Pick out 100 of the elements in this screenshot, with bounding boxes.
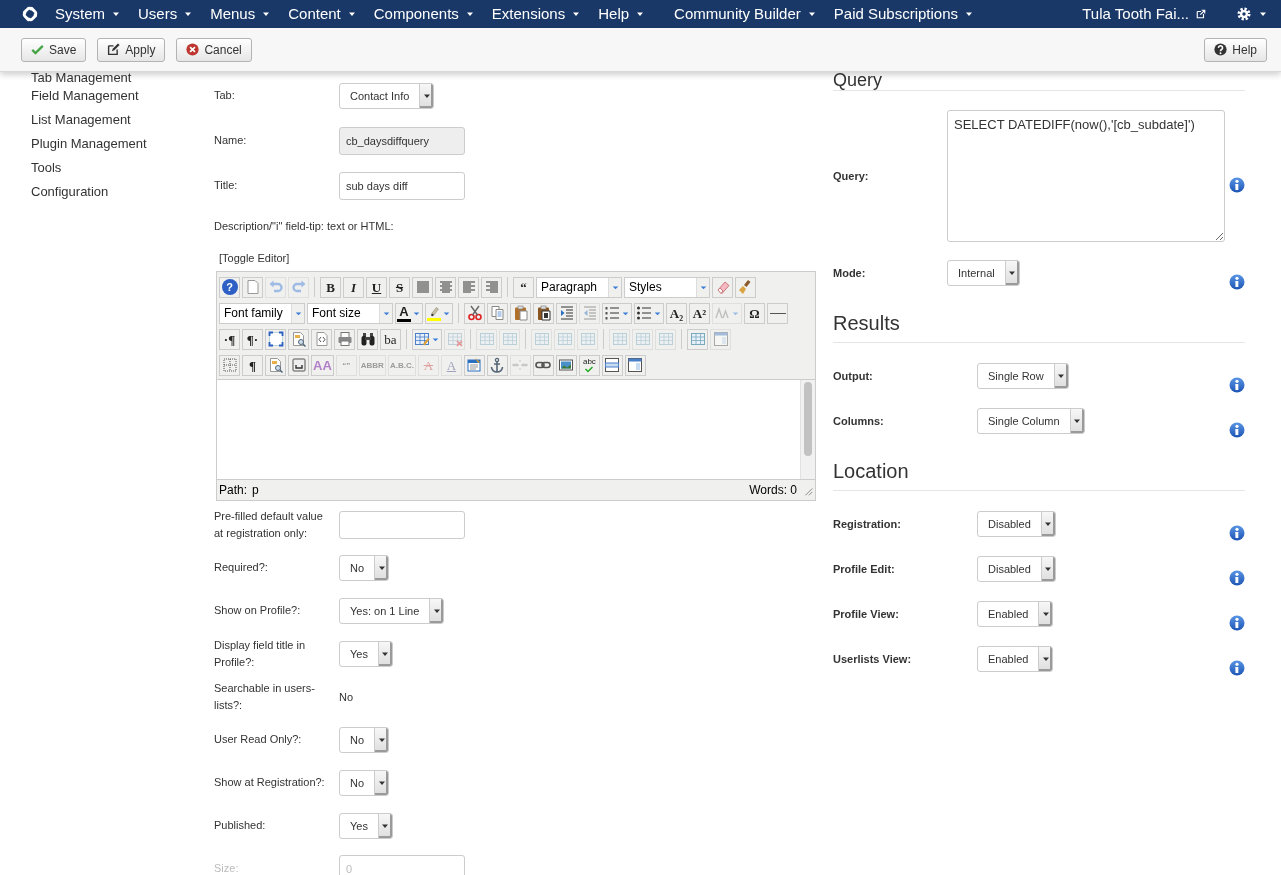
anchor-button[interactable]	[486, 354, 508, 376]
cancel-button[interactable]: Cancel	[176, 37, 252, 62]
eraser-button[interactable]	[712, 276, 733, 298]
bold-button[interactable]: B	[320, 276, 341, 298]
menu-item[interactable]: Content	[279, 0, 365, 28]
right-to-left-button[interactable]: ¶·	[242, 328, 263, 350]
image-button[interactable]	[555, 354, 577, 376]
menu-item[interactable]: Help	[589, 0, 654, 28]
sidebar-item[interactable]: Configuration	[31, 180, 109, 204]
info-icon[interactable]	[1229, 421, 1245, 438]
dropdown[interactable]: Font size	[307, 302, 393, 324]
layer-button[interactable]	[624, 354, 646, 376]
dotted-grid-button[interactable]	[219, 354, 240, 376]
query-field[interactable]: SELECT DATEDIFF(now(),'[cb_subdate]')	[947, 110, 1225, 242]
menu-item[interactable]: Community Builder	[665, 0, 825, 28]
menu-item[interactable]: Extensions	[482, 0, 590, 28]
apply-button[interactable]: Apply	[97, 37, 166, 62]
menu-item[interactable]: Components	[364, 0, 483, 28]
text-field[interactable]: cb_daysdiffquery	[339, 126, 465, 155]
align-justify-button[interactable]	[412, 276, 433, 298]
bullet-list-button[interactable]	[634, 302, 664, 324]
dropdown[interactable]: Single Column	[977, 407, 1085, 434]
table-button[interactable]	[687, 328, 708, 350]
subscript-button[interactable]: A₂	[666, 302, 687, 324]
info-icon[interactable]	[1229, 524, 1245, 541]
brush-button[interactable]	[735, 276, 756, 298]
sidebar-item[interactable]: Tools	[31, 156, 62, 180]
menu-item[interactable]: System	[46, 0, 129, 28]
help-button[interactable]: ?	[219, 276, 240, 298]
layer-button[interactable]	[601, 354, 623, 376]
blockquote-button[interactable]: “	[513, 276, 534, 298]
dropdown[interactable]: Contact Info	[339, 82, 435, 109]
dropdown[interactable]: Disabled	[977, 555, 1056, 582]
page-button[interactable]	[242, 276, 263, 298]
highlight-color-button[interactable]	[425, 302, 453, 324]
menu-item[interactable]: Menus	[201, 0, 280, 28]
insert-box-button[interactable]	[288, 354, 309, 376]
underline-button[interactable]: U	[366, 276, 387, 298]
dropdown[interactable]: Single Row	[977, 362, 1069, 389]
scrollbar[interactable]	[800, 380, 815, 479]
logo-icon[interactable]	[21, 5, 39, 23]
text-field[interactable]	[339, 510, 465, 539]
info-icon[interactable]	[1229, 659, 1245, 676]
align-center-button[interactable]	[435, 276, 456, 298]
dropdown[interactable]: No	[339, 769, 390, 796]
info-icon[interactable]	[1229, 614, 1245, 631]
link-button[interactable]	[532, 354, 554, 376]
dropdown[interactable]: No	[339, 726, 390, 753]
site-link[interactable]: Tula Tooth Fai...	[1073, 0, 1215, 28]
text-color-button[interactable]: A	[395, 302, 423, 324]
dropdown[interactable]: Disabled	[977, 510, 1056, 537]
sidebar-item[interactable]: Tab Management	[31, 72, 132, 84]
path-link[interactable]: p	[252, 483, 259, 497]
left-to-right-button[interactable]: ·¶	[219, 328, 240, 350]
clipboard-button[interactable]	[510, 302, 531, 324]
align-left-button[interactable]	[458, 276, 479, 298]
menu-item[interactable]: Paid Subscriptions	[824, 0, 982, 28]
sidebar-item[interactable]: List Management	[31, 108, 131, 132]
printer-button[interactable]	[334, 328, 355, 350]
superscript-button[interactable]: A²	[689, 302, 710, 324]
scissors-button[interactable]	[464, 302, 485, 324]
window-button[interactable]	[463, 354, 485, 376]
sidebar-item[interactable]: Field Management	[31, 84, 139, 108]
dropdown[interactable]: Font family	[219, 302, 305, 324]
pilcrow-button[interactable]: ¶	[242, 354, 263, 376]
table-button[interactable]	[412, 328, 442, 350]
sidebar-item[interactable]: Plugin Management	[31, 132, 147, 156]
clipboard-button[interactable]	[533, 302, 554, 324]
dropdown[interactable]: Yes	[339, 640, 393, 667]
info-icon[interactable]	[1229, 177, 1245, 193]
dropdown[interactable]: Internal	[947, 259, 1020, 286]
dropdown[interactable]: Enabled	[977, 600, 1054, 627]
info-icon[interactable]	[1229, 273, 1245, 290]
preview-button[interactable]	[265, 354, 286, 376]
special-character-button[interactable]: Ω	[744, 302, 765, 324]
help-button[interactable]: Help	[1204, 37, 1267, 62]
spellcheck-button[interactable]: abc	[578, 354, 600, 376]
info-icon[interactable]	[1229, 569, 1245, 586]
italic-button[interactable]: I	[343, 276, 364, 298]
dropdown[interactable]: No	[339, 554, 390, 581]
dropdown[interactable]: Paragraph	[536, 276, 622, 298]
align-right-button[interactable]	[481, 276, 502, 298]
toggle-editor-link[interactable]: [Toggle Editor]	[219, 250, 290, 266]
text-field[interactable]: sub days diff	[339, 171, 465, 200]
fullscreen-button[interactable]	[265, 328, 286, 350]
menu-item[interactable]: Users	[129, 0, 202, 28]
binoculars-button[interactable]	[357, 328, 378, 350]
preview-button[interactable]	[288, 328, 309, 350]
save-button[interactable]: Save	[21, 37, 87, 62]
dropdown[interactable]: Styles	[624, 276, 710, 298]
dropdown[interactable]: Enabled	[977, 645, 1054, 672]
info-icon[interactable]	[1229, 376, 1245, 393]
replace-button[interactable]: ba	[380, 328, 401, 350]
dropdown[interactable]: Yes: on 1 Line	[339, 597, 445, 624]
horizontal-rule-button[interactable]	[767, 302, 788, 324]
dropdown[interactable]: Yes	[339, 812, 393, 839]
numbered-list-button[interactable]	[602, 302, 632, 324]
copy-button[interactable]	[487, 302, 508, 324]
strikethrough-button[interactable]: S	[389, 276, 410, 298]
code-button[interactable]	[311, 328, 332, 350]
